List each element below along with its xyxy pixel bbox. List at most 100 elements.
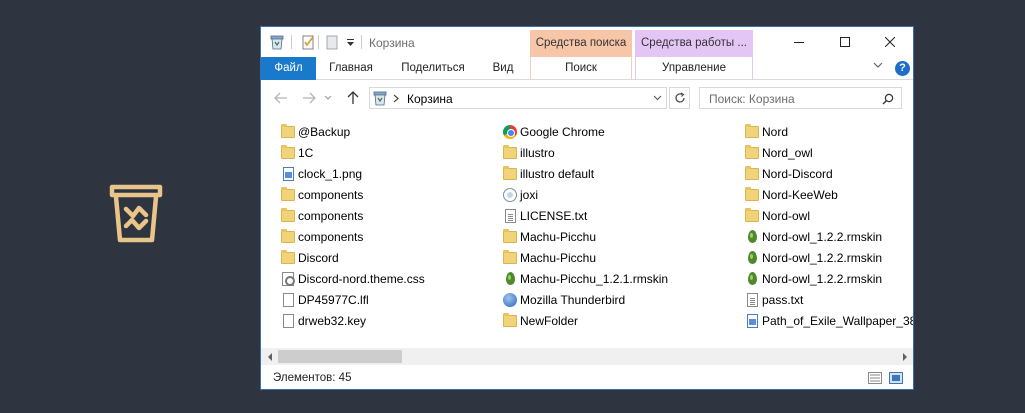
file-item[interactable]: Nord_owl	[745, 142, 813, 163]
file-name: Nord-KeeWeb	[762, 187, 838, 202]
tab-share[interactable]: Поделиться	[389, 57, 477, 80]
thunderbird-icon	[503, 292, 517, 308]
file-name: Mozilla Thunderbird	[520, 292, 626, 307]
context-tab-search-tools[interactable]: Средства поиска	[530, 30, 632, 57]
file-item[interactable]: Nord	[745, 121, 788, 142]
file-name: DP45977C.lfl	[298, 292, 369, 307]
context-tab-manage-tools[interactable]: Средства работы ...	[635, 30, 753, 57]
file-name: components	[298, 187, 364, 202]
tab-home[interactable]: Главная	[321, 57, 381, 80]
file-item[interactable]: Machu-Picchu_1.2.1.rmskin	[503, 268, 668, 289]
expand-ribbon-chevron-icon[interactable]	[873, 60, 883, 73]
file-item[interactable]: 1C	[281, 142, 313, 163]
joxi-icon	[503, 187, 517, 203]
tab-manage[interactable]: Управление	[635, 57, 753, 80]
file-item[interactable]: @Backup	[281, 121, 350, 142]
close-button[interactable]	[867, 27, 913, 57]
file-item[interactable]: Nord-Discord	[745, 163, 833, 184]
file-item[interactable]: Nord-owl_1.2.2.rmskin	[745, 247, 882, 268]
minimize-button[interactable]	[776, 27, 822, 57]
address-dropdown-chevron-icon[interactable]	[653, 95, 662, 101]
tab-search[interactable]: Поиск	[530, 57, 632, 80]
large-icons-view-icon[interactable]	[889, 372, 903, 384]
file-name: Machu-Picchu_1.2.1.rmskin	[520, 271, 669, 286]
properties-icon[interactable]	[301, 34, 317, 50]
tab-file[interactable]: Файл	[261, 57, 316, 80]
folder-icon	[281, 144, 295, 161]
back-button[interactable]	[272, 89, 290, 107]
file-item[interactable]: Nord-owl	[745, 205, 810, 226]
file-name: Nord_owl	[762, 145, 813, 160]
refresh-button[interactable]	[669, 87, 690, 109]
chevron-down-icon	[324, 95, 332, 100]
file-name: Nord-owl	[762, 208, 811, 223]
file-item[interactable]: illustro default	[503, 163, 594, 184]
folder-icon	[503, 249, 517, 266]
image-file-icon	[745, 313, 759, 329]
explorer-window: Корзина Средства поиска Средства работы …	[260, 26, 914, 390]
file-name: Machu-Picchu	[520, 229, 597, 244]
ribbon-tab-bar: Файл Главная Поделиться Вид Поиск Управл…	[261, 57, 913, 80]
file-item[interactable]: Nord-owl_1.2.2.rmskin	[745, 268, 882, 289]
maximize-icon	[840, 37, 850, 47]
scroll-right-arrow-icon[interactable]	[896, 348, 913, 365]
blank-file-icon	[281, 292, 295, 308]
css-file-icon	[281, 271, 295, 287]
file-item[interactable]: components	[281, 226, 363, 247]
file-item[interactable]: Nord-owl_1.2.2.rmskin	[745, 226, 882, 247]
file-item[interactable]: Mozilla Thunderbird	[503, 289, 625, 310]
file-item[interactable]: Nord-KeeWeb	[745, 184, 838, 205]
address-bar[interactable]: Корзина	[369, 87, 667, 109]
folder-icon	[503, 228, 517, 245]
up-button[interactable]	[344, 89, 362, 107]
file-item[interactable]: NewFolder	[503, 310, 578, 331]
file-name: drweb32.key	[298, 313, 367, 328]
search-box[interactable]: Поиск: Корзина	[699, 87, 902, 109]
file-item[interactable]: pass.txt	[745, 289, 803, 310]
search-icon[interactable]	[882, 93, 894, 105]
new-folder-icon[interactable]	[325, 34, 339, 50]
file-name: components	[298, 229, 364, 244]
image-file-icon	[281, 166, 295, 182]
file-name: Discord-nord.theme.css	[298, 271, 425, 286]
folder-icon	[745, 207, 759, 224]
file-item[interactable]: Machu-Picchu	[503, 226, 596, 247]
customize-dropdown-icon[interactable]	[344, 34, 356, 50]
rmskin-icon	[745, 229, 759, 245]
forward-button[interactable]	[300, 89, 318, 107]
file-item[interactable]: clock_1.png	[281, 163, 362, 184]
help-icon[interactable]: ?	[895, 61, 910, 76]
file-name: Machu-Picchu	[520, 250, 597, 265]
maximize-button[interactable]	[822, 27, 868, 57]
horizontal-scrollbar[interactable]	[261, 348, 913, 365]
file-item[interactable]: Discord	[281, 247, 339, 268]
breadcrumb-location[interactable]: Корзина	[407, 92, 453, 106]
file-name: Nord-owl_1.2.2.rmskin	[762, 229, 883, 244]
folder-icon	[281, 228, 295, 245]
file-item[interactable]: drweb32.key	[281, 310, 366, 331]
forward-arrow-icon	[303, 92, 316, 104]
recycle-bin-small-icon	[269, 34, 285, 50]
minimize-icon	[794, 42, 804, 43]
scroll-left-arrow-icon[interactable]	[261, 348, 278, 365]
file-name: pass.txt	[762, 292, 804, 307]
file-item[interactable]: components	[281, 184, 363, 205]
file-item[interactable]: LICENSE.txt	[503, 205, 587, 226]
file-item[interactable]: joxi	[503, 184, 538, 205]
file-name: 1C	[298, 145, 314, 160]
file-item[interactable]: Machu-Picchu	[503, 247, 596, 268]
file-item[interactable]: components	[281, 205, 363, 226]
tab-view[interactable]: Вид	[483, 57, 523, 80]
file-item[interactable]: illustro	[503, 142, 555, 163]
scrollbar-thumb[interactable]	[278, 350, 402, 363]
file-item[interactable]: Path_of_Exile_Wallpaper_3840	[745, 310, 913, 331]
file-name: components	[298, 208, 364, 223]
details-view-icon[interactable]	[868, 372, 882, 384]
search-input[interactable]: Поиск: Корзина	[709, 92, 795, 106]
file-item[interactable]: Discord-nord.theme.css	[281, 268, 425, 289]
file-name: illustro	[520, 145, 555, 160]
file-list: @Backup 1C clock_1.png components components…	[261, 116, 913, 348]
recent-locations-button[interactable]	[323, 89, 333, 107]
file-item[interactable]: DP45977C.lfl	[281, 289, 369, 310]
file-item[interactable]: Google Chrome	[503, 121, 605, 142]
